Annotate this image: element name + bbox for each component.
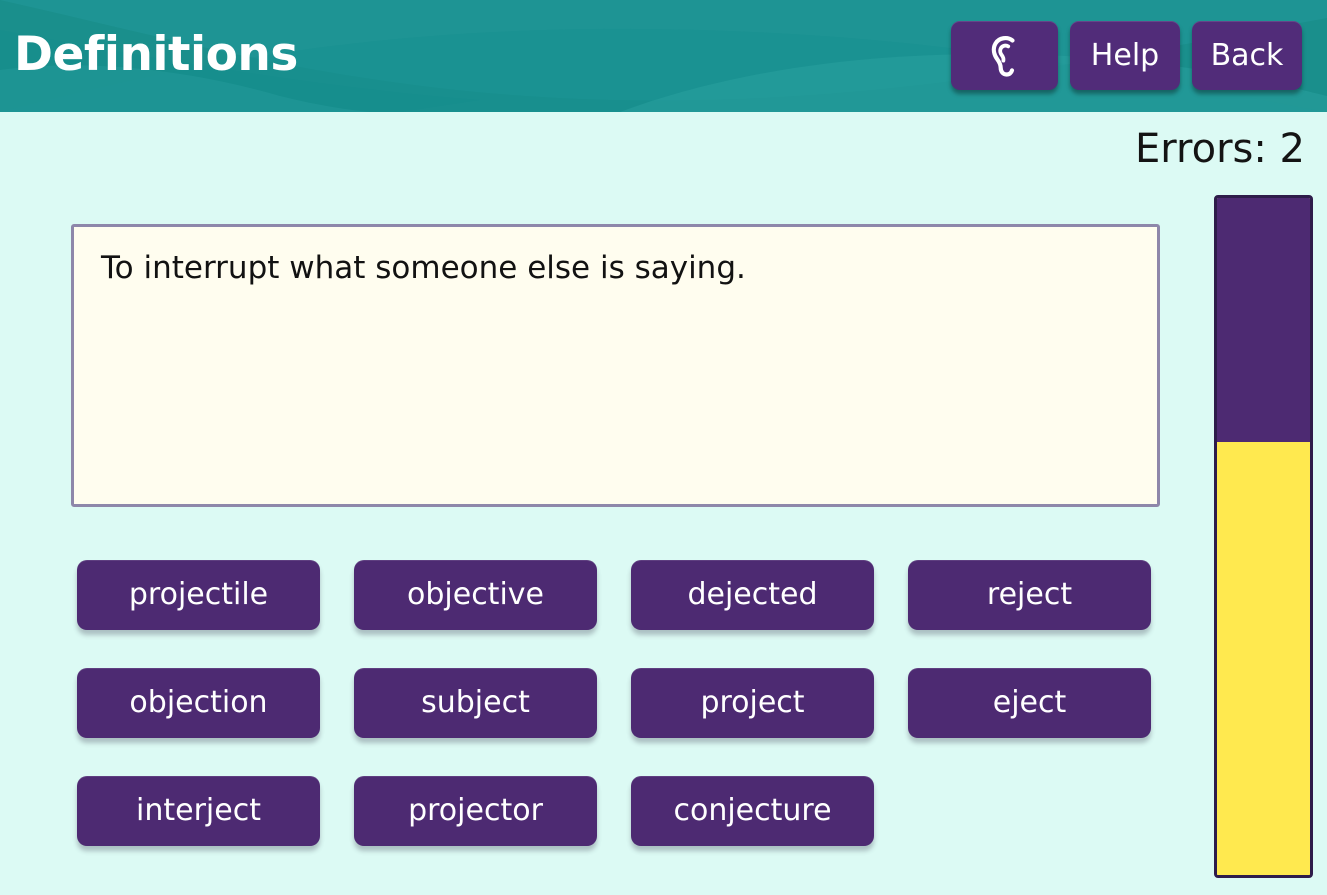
word-row: objection subject project eject: [77, 668, 1157, 738]
word-button-reject[interactable]: reject: [908, 560, 1151, 630]
word-button-conjecture[interactable]: conjecture: [631, 776, 874, 846]
app-root: Definitions Help Back Errors: 2 To inter…: [0, 0, 1327, 895]
word-button-project[interactable]: project: [631, 668, 874, 738]
word-button-interject[interactable]: interject: [77, 776, 320, 846]
listen-button[interactable]: [951, 21, 1058, 90]
word-button-dejected[interactable]: dejected: [631, 560, 874, 630]
help-button[interactable]: Help: [1070, 21, 1180, 90]
word-row: projectile objective dejected reject: [77, 560, 1157, 630]
word-button-objection[interactable]: objection: [77, 668, 320, 738]
progress-bar-complete: [1217, 441, 1310, 875]
back-button[interactable]: Back: [1192, 21, 1302, 90]
app-header: Definitions Help Back: [0, 0, 1327, 112]
progress-bar-remaining: [1217, 198, 1310, 442]
word-button-projector[interactable]: projector: [354, 776, 597, 846]
word-button-subject[interactable]: subject: [354, 668, 597, 738]
help-button-label: Help: [1090, 38, 1160, 73]
word-button-eject[interactable]: eject: [908, 668, 1151, 738]
definition-text: To interrupt what someone else is saying…: [101, 250, 746, 286]
errors-counter: Errors: 2: [1135, 126, 1305, 172]
word-choice-grid: projectile objective dejected reject obj…: [77, 560, 1157, 884]
definition-panel: To interrupt what someone else is saying…: [71, 224, 1160, 507]
back-button-label: Back: [1210, 38, 1284, 73]
word-row: interject projector conjecture: [77, 776, 1157, 846]
word-button-objective[interactable]: objective: [354, 560, 597, 630]
page-title: Definitions: [14, 27, 298, 82]
ear-icon: [985, 34, 1025, 78]
progress-bar: [1214, 195, 1313, 878]
word-button-projectile[interactable]: projectile: [77, 560, 320, 630]
